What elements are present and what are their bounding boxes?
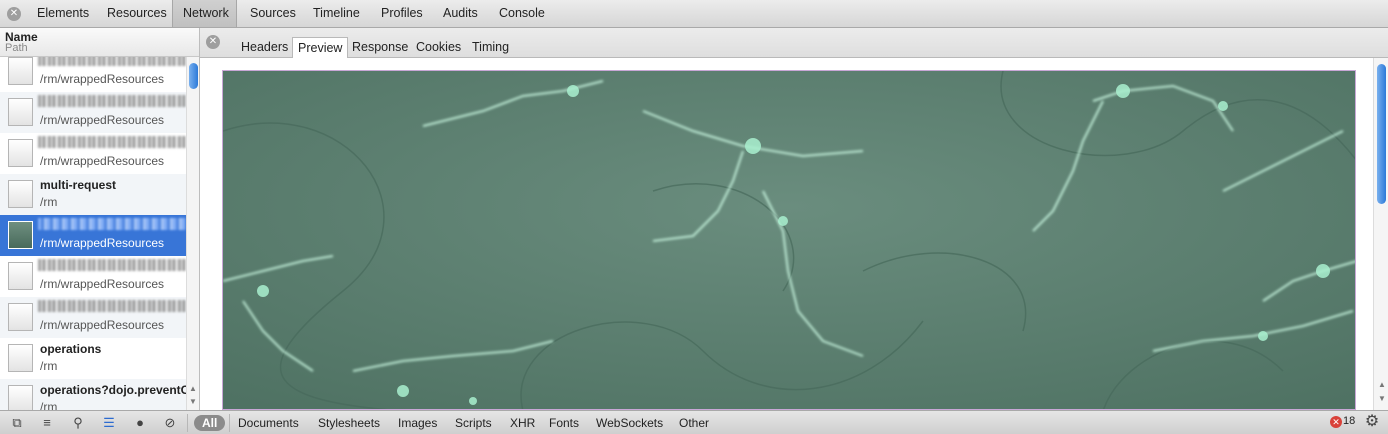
scrollbar-thumb[interactable] (189, 63, 198, 89)
filter-documents[interactable]: Documents (238, 415, 299, 431)
error-icon[interactable]: ✕ (1330, 416, 1342, 428)
request-path: /rm/wrappedResources (40, 236, 165, 250)
top-tab-bar: ✕ Elements Resources Network Sources Tim… (0, 0, 1388, 28)
request-path: /rm (40, 359, 58, 373)
request-row[interactable]: /rm/wrappedResources (0, 297, 186, 338)
list-view-icon[interactable]: ☰ (101, 415, 117, 431)
divider (187, 414, 188, 432)
status-bar: ⧉ ≡ ⚲ ☰ ● ⊘ All Documents Stylesheets Im… (0, 410, 1388, 434)
request-path: /rm/wrappedResources (40, 154, 165, 168)
tab-timing[interactable]: Timing (467, 37, 514, 58)
tab-console[interactable]: Console (499, 0, 545, 27)
filter-xhr[interactable]: XHR (510, 415, 535, 431)
request-list-scrollbar[interactable]: ▲ ▼ (186, 57, 199, 410)
tab-audits[interactable]: Audits (443, 0, 478, 27)
resource-thumbnail (8, 180, 33, 208)
resource-thumbnail (8, 344, 33, 372)
request-detail-panel: ✕ Headers Preview Response Cookies Timin… (200, 28, 1388, 410)
filter-all[interactable]: All (194, 415, 226, 431)
tab-resources[interactable]: Resources (107, 0, 167, 27)
request-row[interactable]: /rm/wrappedResources (0, 57, 186, 92)
request-row[interactable]: /rm/wrappedResources (0, 92, 186, 133)
scroll-down-arrow-icon[interactable]: ▼ (189, 397, 197, 406)
tab-cookies[interactable]: Cookies (411, 37, 466, 58)
dock-icon[interactable]: ⧉ (9, 415, 25, 431)
blurred-request-name (38, 95, 186, 107)
blurred-request-name (38, 300, 186, 312)
search-icon[interactable]: ⚲ (70, 415, 86, 431)
blurred-request-name (38, 259, 186, 271)
tab-headers[interactable]: Headers (236, 37, 293, 58)
request-row[interactable]: multi-request /rm (0, 174, 186, 215)
request-row[interactable]: /rm/wrappedResources (0, 256, 186, 297)
tab-preview[interactable]: Preview (292, 37, 349, 58)
request-rows: /rm/wrappedResources /rm/wrappedResource… (0, 57, 186, 410)
request-path: /rm/wrappedResources (40, 113, 165, 127)
blurred-request-name (38, 57, 186, 66)
tab-sources[interactable]: Sources (250, 0, 296, 27)
clear-icon[interactable]: ⊘ (162, 415, 178, 431)
request-row[interactable]: operations?dojo.preventC /rm (0, 379, 186, 410)
gear-icon[interactable]: ⚙ (1364, 414, 1380, 430)
tab-timeline[interactable]: Timeline (313, 0, 360, 27)
request-path: /rm (40, 400, 58, 410)
error-count[interactable]: 18 (1343, 415, 1355, 427)
request-row[interactable]: /rm/wrappedResources (0, 133, 186, 174)
divider (229, 414, 230, 432)
resource-thumbnail (8, 262, 33, 290)
detail-tab-bar: ✕ Headers Preview Response Cookies Timin… (200, 28, 1388, 58)
image-preview (222, 70, 1356, 410)
filter-websockets[interactable]: WebSockets (596, 415, 663, 431)
blurred-request-name (38, 218, 186, 230)
resource-thumbnail (8, 139, 33, 167)
request-row[interactable]: operations /rm (0, 338, 186, 379)
tab-profiles[interactable]: Profiles (381, 0, 423, 27)
filter-fonts[interactable]: Fonts (549, 415, 579, 431)
request-path: /rm/wrappedResources (40, 318, 165, 332)
close-detail-icon[interactable]: ✕ (206, 35, 220, 49)
filter-images[interactable]: Images (398, 415, 437, 431)
request-name: operations?dojo.preventC (40, 383, 186, 397)
fractal-image (223, 71, 1355, 409)
request-name: operations (40, 342, 102, 356)
request-name: multi-request (40, 178, 117, 192)
tab-elements[interactable]: Elements (37, 0, 89, 27)
resource-thumbnail (8, 98, 33, 126)
record-icon[interactable]: ● (132, 415, 148, 431)
scroll-up-arrow-icon[interactable]: ▲ (1378, 380, 1386, 389)
preview-scrollbar[interactable]: ▲ ▼ (1373, 58, 1388, 410)
filter-other[interactable]: Other (679, 415, 709, 431)
blurred-request-name (38, 136, 186, 148)
console-icon[interactable]: ≡ (39, 415, 55, 431)
close-devtools-icon[interactable]: ✕ (7, 7, 21, 21)
resource-thumbnail (8, 221, 33, 249)
request-list-header[interactable]: Name Path (0, 28, 199, 57)
scrollbar-thumb[interactable] (1377, 64, 1386, 204)
request-row-selected[interactable]: /rm/wrappedResources (0, 215, 186, 256)
filter-stylesheets[interactable]: Stylesheets (318, 415, 380, 431)
filter-scripts[interactable]: Scripts (455, 415, 492, 431)
tab-network[interactable]: Network (172, 0, 237, 27)
resource-thumbnail (8, 385, 33, 410)
resource-thumbnail (8, 303, 33, 331)
scroll-up-arrow-icon[interactable]: ▲ (189, 384, 197, 393)
path-column-header: Path (5, 42, 28, 54)
request-path: /rm/wrappedResources (40, 72, 165, 86)
request-path: /rm (40, 195, 58, 209)
request-path: /rm/wrappedResources (40, 277, 165, 291)
request-list-panel: Name Path /rm/wrappedResources /rm/wrapp… (0, 28, 200, 410)
resource-thumbnail (8, 57, 33, 85)
scroll-down-arrow-icon[interactable]: ▼ (1378, 394, 1386, 403)
tab-response[interactable]: Response (347, 37, 413, 58)
